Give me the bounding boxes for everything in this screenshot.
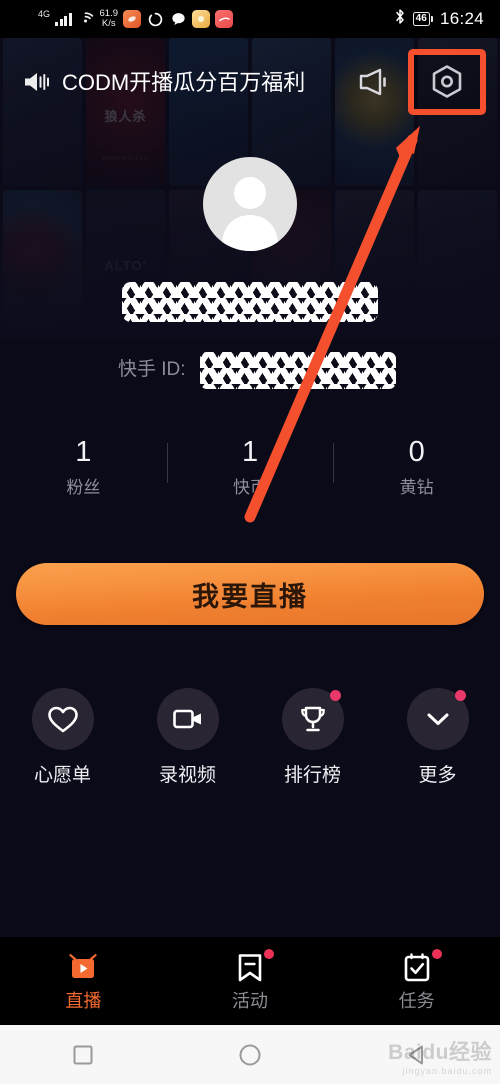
battery-tip <box>430 16 433 22</box>
status-bar-right: 46 16:24 <box>394 8 484 30</box>
quick-actions-row: 心愿单 录视频 排行榜 更多 <box>0 688 500 788</box>
stat-diamonds[interactable]: 0 黄钻 <box>333 434 500 500</box>
status-bar-left: 4G 61.9 K/s <box>38 8 234 29</box>
nickname-redacted <box>122 282 378 322</box>
nav-activity[interactable]: 活动 <box>167 948 334 1012</box>
video-record-icon <box>172 709 201 729</box>
settings-gear-icon <box>432 65 462 98</box>
app-icon-yellow <box>192 10 211 28</box>
header-title[interactable]: CODM开播瓜分百万福利 <box>62 67 332 98</box>
action-leaderboard[interactable]: 排行榜 <box>250 688 375 788</box>
action-wishlist-label: 心愿单 <box>33 765 91 786</box>
status-bar: 4G 61.9 K/s 46 16:24 <box>0 0 500 38</box>
app-icon-loading <box>146 10 165 28</box>
action-leaderboard-circle[interactable] <box>281 688 344 750</box>
status-bar-clock: 16:24 <box>439 9 484 28</box>
action-leaderboard-badge <box>329 690 341 701</box>
action-wishlist-circle[interactable] <box>31 688 94 750</box>
action-record-video-circle[interactable] <box>156 688 219 750</box>
kuaishou-id-redacted <box>200 352 396 389</box>
settings-highlight-box[interactable] <box>408 49 486 115</box>
header-actions <box>352 49 486 115</box>
action-more-label: 更多 <box>418 765 457 786</box>
nav-task[interactable]: 任务 <box>333 948 500 1012</box>
trophy-icon <box>300 706 325 732</box>
stat-diamonds-label: 黄钻 <box>399 478 434 497</box>
stat-fans[interactable]: 1 粉丝 <box>0 434 167 500</box>
nav-live-label: 直播 <box>65 990 102 1011</box>
nav-activity-badge <box>264 948 274 959</box>
network-type-label: 4G <box>38 8 51 19</box>
start-live-button-label: 我要直播 <box>192 581 308 612</box>
battery-body: 46 <box>412 12 430 26</box>
action-record-video-label: 录视频 <box>158 765 216 786</box>
app-icon-red <box>215 10 234 28</box>
start-live-button[interactable]: 我要直播 <box>16 563 484 625</box>
action-more[interactable]: 更多 <box>375 688 500 788</box>
nav-task-icon-wrap <box>403 948 442 985</box>
default-avatar-icon <box>221 177 279 251</box>
android-navigation-bar <box>0 1025 500 1084</box>
bottom-navigation: 直播 活动 任务 <box>0 937 500 1025</box>
speaker-icon[interactable] <box>14 69 60 95</box>
action-leaderboard-label: 排行榜 <box>283 765 341 786</box>
live-tv-icon <box>69 953 97 978</box>
page-header: CODM开播瓜分百万福利 <box>0 38 500 126</box>
action-more-badge <box>454 690 466 701</box>
bookmark-icon <box>238 953 262 981</box>
action-wishlist[interactable]: 心愿单 <box>0 688 125 788</box>
kuaishou-id-label: 快手 ID: <box>118 359 186 380</box>
nav-activity-label: 活动 <box>232 990 268 1011</box>
battery-level-label: 46 <box>415 13 427 24</box>
stat-fans-label: 粉丝 <box>66 478 101 497</box>
stat-coins-value: 1 <box>241 436 259 468</box>
bluetooth-icon <box>394 8 406 30</box>
nav-task-label: 任务 <box>398 990 435 1011</box>
stat-coins[interactable]: 1 快币 <box>166 434 334 500</box>
app-icon-orange <box>123 10 142 28</box>
network-speed: 61.9 K/s <box>100 9 119 29</box>
profile-stats: 1 粉丝 1 快币 0 黄钻 <box>0 434 500 500</box>
stat-diamonds-value: 0 <box>408 436 425 468</box>
avatar[interactable] <box>203 157 297 251</box>
nav-live-icon-wrap <box>68 951 98 985</box>
circle-home-icon[interactable] <box>167 1042 334 1068</box>
stat-coins-label: 快币 <box>233 478 267 497</box>
wifi-icon <box>77 10 94 29</box>
megaphone-icon[interactable] <box>352 60 396 104</box>
stat-fans-value: 1 <box>75 436 92 468</box>
heart-icon <box>47 706 78 732</box>
network-speed-unit: K/s <box>101 18 116 29</box>
action-record-video[interactable]: 录视频 <box>125 688 250 788</box>
chevron-down-icon <box>427 713 448 725</box>
signal-bars-icon <box>55 12 72 26</box>
action-more-circle[interactable] <box>406 688 469 750</box>
square-recents-icon[interactable] <box>0 1043 167 1067</box>
app-root: 狼人杀 WEREWOLVES ALTO' ADVENTURE 4G <box>0 0 500 1084</box>
triangle-back-icon[interactable] <box>333 1043 500 1067</box>
nav-activity-icon-wrap <box>237 948 274 985</box>
app-icon-chat <box>169 10 188 28</box>
battery-icon: 46 <box>412 12 433 26</box>
task-checkbox-icon <box>404 952 429 981</box>
nav-task-badge <box>431 948 442 959</box>
nav-live[interactable]: 直播 <box>0 951 167 1012</box>
